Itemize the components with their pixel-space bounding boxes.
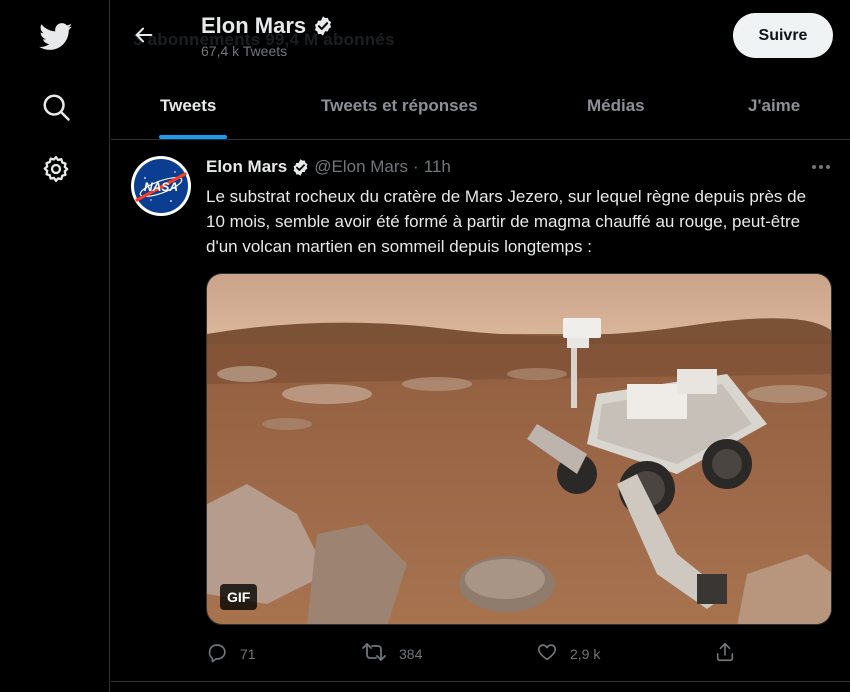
settings-gear-icon[interactable] [37,150,75,188]
tweet-author-name[interactable]: Elon Mars [206,157,287,177]
active-tab-indicator [159,135,227,139]
tab-likes[interactable]: J'aime [748,96,800,116]
twitter-bird-icon[interactable] [37,18,75,56]
left-navigation-rail [0,0,110,692]
more-options-icon[interactable] [808,156,834,178]
like-action[interactable]: 2,9 k [536,641,600,666]
avatar-logo-text: NASA [144,180,178,194]
mars-rover-image [207,274,831,624]
follow-button[interactable]: Suivre [733,13,833,58]
like-count: 2,9 k [570,645,601,662]
tweet-timestamp[interactable]: 11h [424,157,451,177]
retweet-action[interactable]: 384 [361,641,422,666]
tweet-meta-separator: · [413,157,419,176]
verified-badge-icon [291,158,310,177]
tweet-count: 67,4 k Tweets [201,43,288,59]
tab-tweets-and-replies[interactable]: Tweets et réponses [321,96,478,116]
heart-icon[interactable] [536,641,558,666]
tweet-text: Le substrat rocheux du cratère de Mars J… [206,187,807,256]
retweet-count: 384 [399,645,423,662]
avatar[interactable]: NASA [131,156,191,216]
share-icon[interactable] [714,641,736,666]
profile-name: Elon Mars [201,13,334,39]
search-icon[interactable] [37,88,75,126]
reply-icon[interactable] [206,641,228,666]
verified-badge-icon [312,15,334,37]
tweet-media-gif[interactable]: GIF [206,273,832,625]
tweet-actions: 71 384 2,9 k [206,641,832,667]
tab-media[interactable]: Médias [587,96,645,116]
tweet-header: Elon Mars @Elon Mars · 11h [206,157,451,177]
back-arrow-icon[interactable] [129,20,159,50]
main-column: 3 abonnements 99,4 M abonnés Elon Mars 6… [111,0,850,692]
share-action[interactable] [714,641,736,666]
profile-header: 3 abonnements 99,4 M abonnés Elon Mars 6… [111,0,850,140]
reply-count: 71 [240,645,256,662]
tweet[interactable]: NASA Elon Mars @Elon Mars · 11h Le subst… [111,141,850,682]
retweet-icon[interactable] [361,641,387,666]
reply-action[interactable]: 71 [206,641,256,666]
profile-name-text: Elon Mars [201,13,307,38]
tab-tweets[interactable]: Tweets [160,96,216,116]
gif-badge: GIF [220,584,258,610]
tweet-author-handle[interactable]: @Elon Mars [314,157,408,177]
